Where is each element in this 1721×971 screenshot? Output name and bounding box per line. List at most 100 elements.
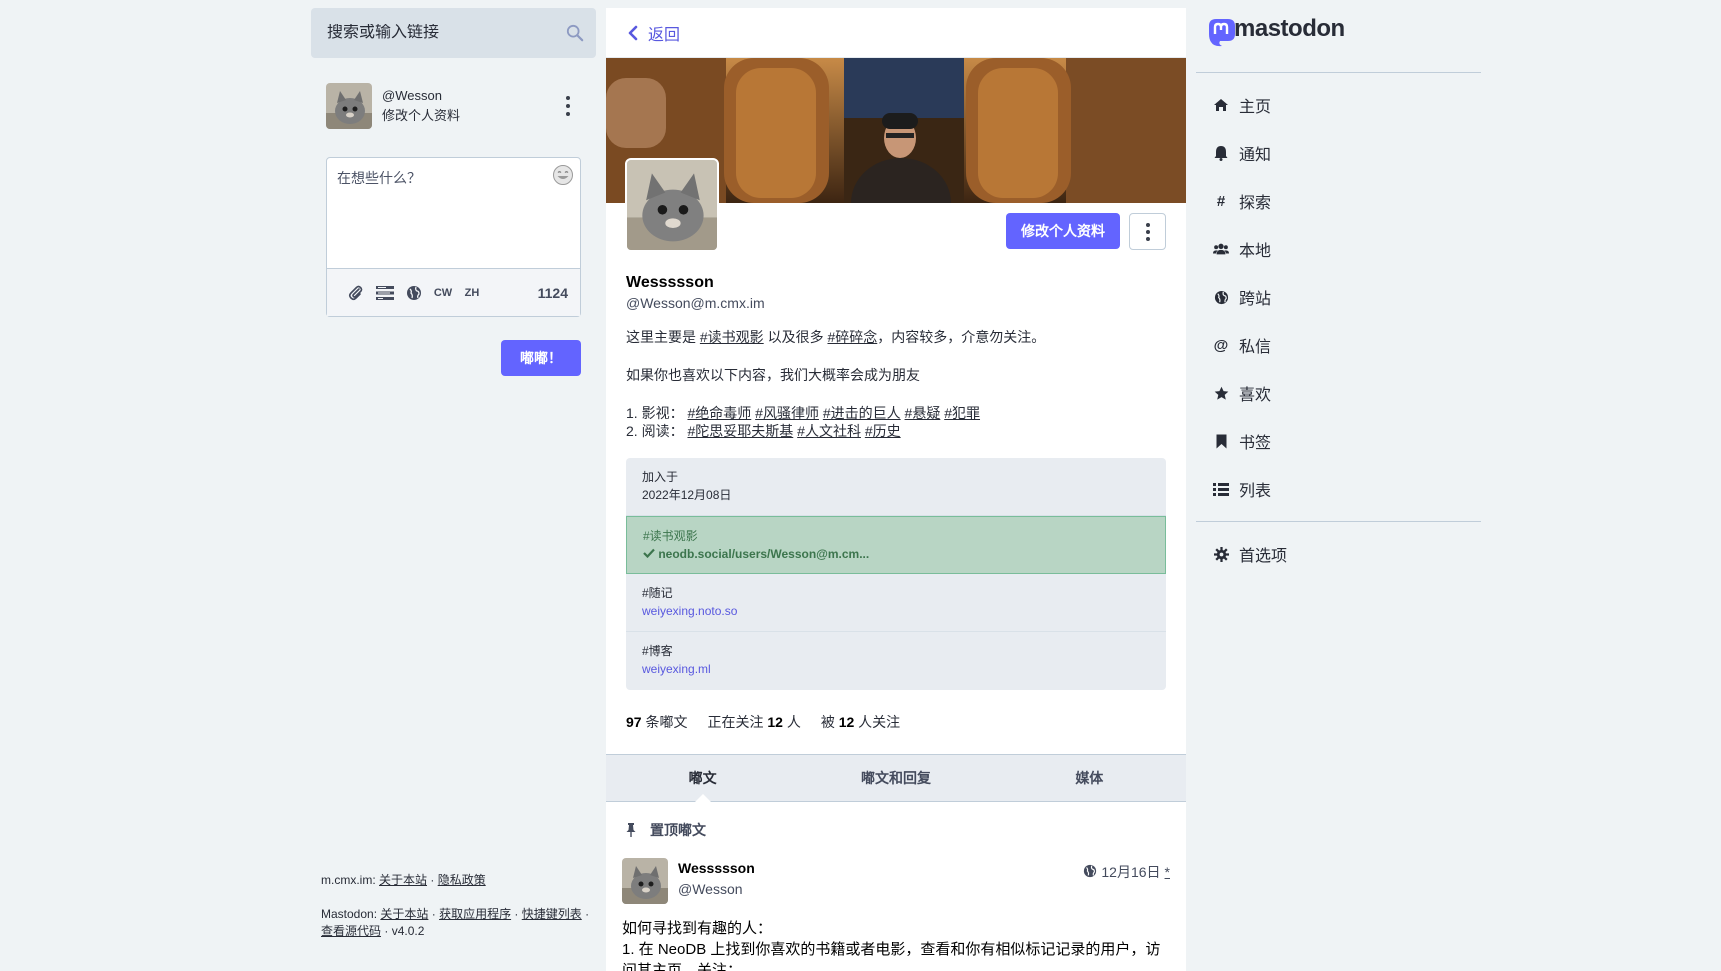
at-icon: @ xyxy=(1213,336,1229,354)
emoji-picker-icon[interactable] xyxy=(552,164,574,186)
search-icon[interactable] xyxy=(566,24,584,42)
followers-count[interactable]: 被 12 人关注 xyxy=(821,712,900,732)
nav-label: 喜欢 xyxy=(1239,387,1272,404)
nav-favourites[interactable]: 喜欢 xyxy=(1196,369,1481,417)
nav-explore[interactable]: # 探索 xyxy=(1196,177,1481,225)
edit-profile-link[interactable]: 修改个人资料 xyxy=(382,106,460,126)
character-counter: 1124 xyxy=(537,284,568,301)
nav-label: 主页 xyxy=(1239,99,1272,116)
following-count[interactable]: 正在关注 12 人 xyxy=(707,712,800,732)
visibility-globe-icon[interactable] xyxy=(401,280,427,306)
current-account: @Wesson 修改个人资料 xyxy=(326,83,581,129)
field-label: #随记 xyxy=(642,586,673,600)
back-label: 返回 xyxy=(648,26,681,44)
posts-count[interactable]: 97 条嘟文 xyxy=(626,712,687,732)
footer-about2-link[interactable]: 关于本站 xyxy=(380,907,428,921)
nav-preferences[interactable]: 首选项 xyxy=(1196,530,1481,578)
hashtag-link[interactable]: #悬疑 xyxy=(905,405,941,421)
nav-label: 列表 xyxy=(1239,483,1272,500)
home-icon xyxy=(1213,97,1229,113)
nav-label: 探索 xyxy=(1239,195,1272,212)
hashtag-link[interactable]: #进击的巨人 xyxy=(823,405,901,421)
tab-media[interactable]: 媒体 xyxy=(993,755,1186,801)
profile-fields: 加入于 2022年12月08日 #读书观影 neodb.social/users… xyxy=(626,458,1166,690)
publish-button[interactable]: 嘟嘟！ xyxy=(501,340,581,376)
profile-counts: 97 条嘟文 正在关注 12 人 被 12 人关注 xyxy=(626,712,1166,732)
nav-direct[interactable]: @ 私信 xyxy=(1196,321,1481,369)
account-address: @Wesson@m.cmx.im xyxy=(626,295,765,311)
footer-mastodon: Mastodon xyxy=(321,907,374,921)
field-value: 2022年12月08日 xyxy=(642,488,732,502)
nav-home[interactable]: 主页 xyxy=(1196,81,1481,129)
account-handle[interactable]: @Wesson xyxy=(382,86,460,106)
nav-federated[interactable]: 跨站 xyxy=(1196,273,1481,321)
language-button[interactable]: ZH xyxy=(459,280,485,306)
edit-profile-button[interactable]: 修改个人资料 xyxy=(1006,213,1120,249)
hashtag-link[interactable]: #绝命毒师 xyxy=(687,405,751,421)
globe-icon xyxy=(1213,289,1229,305)
main-nav: 主页 通知 # 探索 本地 跨站 @ 私信 喜欢 书签 列表 首选项 xyxy=(1196,73,1481,586)
nav-notifications[interactable]: 通知 xyxy=(1196,129,1481,177)
tab-posts-replies[interactable]: 嘟文和回复 xyxy=(799,755,992,801)
footer-version: v4.0.2 xyxy=(391,924,425,938)
nav-lists[interactable]: 列表 xyxy=(1196,465,1481,513)
edited-mark: * xyxy=(1164,864,1170,880)
hashtag-link[interactable]: #碎碎念 xyxy=(827,329,877,345)
mastodon-logo[interactable]: mastodon xyxy=(1196,8,1481,73)
avatar[interactable] xyxy=(326,83,372,129)
tab-posts[interactable]: 嘟文 xyxy=(606,755,799,802)
status-timestamp[interactable]: 12月16日 * xyxy=(1083,862,1170,882)
field-link[interactable]: weiyexing.ml xyxy=(642,662,711,676)
gear-icon xyxy=(1213,546,1229,562)
nav-bookmarks[interactable]: 书签 xyxy=(1196,417,1481,465)
footer-about-link[interactable]: 关于本站 xyxy=(379,873,427,887)
hashtag-link[interactable]: #读书观影 xyxy=(700,329,764,345)
poll-icon[interactable] xyxy=(372,280,398,306)
hashtag-link[interactable]: #犯罪 xyxy=(944,405,980,421)
status-account: @Wesson xyxy=(678,881,743,897)
profile-tabs: 嘟文 嘟文和回复 媒体 xyxy=(606,754,1186,802)
compose-textarea[interactable] xyxy=(327,158,580,268)
status-item[interactable]: Wessssson @Wesson 12月16日 * 如何寻找到有趣的人： 1. … xyxy=(606,858,1186,971)
field-link[interactable]: neodb.social/users/Wesson@m.cm... xyxy=(658,547,869,561)
profile-avatar[interactable] xyxy=(625,158,719,252)
footer-source-link[interactable]: 查看源代码 xyxy=(321,924,381,938)
nav-divider xyxy=(1196,521,1481,522)
left-column: @Wesson 修改个人资料 CW ZH xyxy=(311,8,596,971)
bell-icon xyxy=(1213,145,1229,161)
footer-hotkeys-link[interactable]: 快捷键列表 xyxy=(522,907,582,921)
hashtag-link[interactable]: #陀思妥耶夫斯基 xyxy=(687,423,793,439)
content-warning-button[interactable]: CW xyxy=(430,280,456,306)
list-icon xyxy=(1213,481,1229,497)
footer-apps-link[interactable]: 获取应用程序 xyxy=(439,907,511,921)
footer-privacy-link[interactable]: 隐私政策 xyxy=(438,873,486,887)
bio-text: 以及很多 xyxy=(763,329,828,345)
star-icon xyxy=(1213,385,1229,401)
search-input[interactable] xyxy=(327,24,580,42)
field-label: 加入于 xyxy=(642,470,679,484)
nav-label: 本地 xyxy=(1239,243,1272,260)
field-verified: #读书观影 neodb.social/users/Wesson@m.cm... xyxy=(626,516,1166,574)
status-display-name[interactable]: Wessssson xyxy=(678,858,755,879)
status-content: 如何寻找到有趣的人： 1. 在 NeoDB 上找到你喜欢的书籍或者电影，查看和你… xyxy=(622,918,1170,971)
hashtag-link[interactable]: #风骚律师 xyxy=(755,405,819,421)
profile-menu-icon[interactable] xyxy=(1129,213,1166,250)
status-avatar[interactable] xyxy=(622,858,668,904)
back-button[interactable]: 返回 xyxy=(606,8,1186,58)
attach-media-icon[interactable] xyxy=(343,280,369,306)
display-name: Wessssson xyxy=(626,274,714,291)
hashtag-link[interactable]: #人文社科 xyxy=(797,423,861,439)
pin-icon xyxy=(626,823,636,837)
globe-icon xyxy=(1083,864,1097,881)
nav-local[interactable]: 本地 xyxy=(1196,225,1481,273)
bio-text: 这里主要是 xyxy=(626,329,700,345)
check-icon xyxy=(643,547,655,561)
account-menu-icon[interactable] xyxy=(561,96,575,116)
field-notes: #随记 weiyexing.noto.so xyxy=(626,574,1166,632)
bio-text: 1. 影视： xyxy=(626,405,688,421)
field-blog: #博客 weiyexing.ml xyxy=(626,632,1166,690)
field-label: #博客 xyxy=(642,644,673,658)
field-link[interactable]: weiyexing.noto.so xyxy=(642,604,737,618)
nav-label: 跨站 xyxy=(1239,291,1272,308)
hashtag-link[interactable]: #历史 xyxy=(865,423,901,439)
